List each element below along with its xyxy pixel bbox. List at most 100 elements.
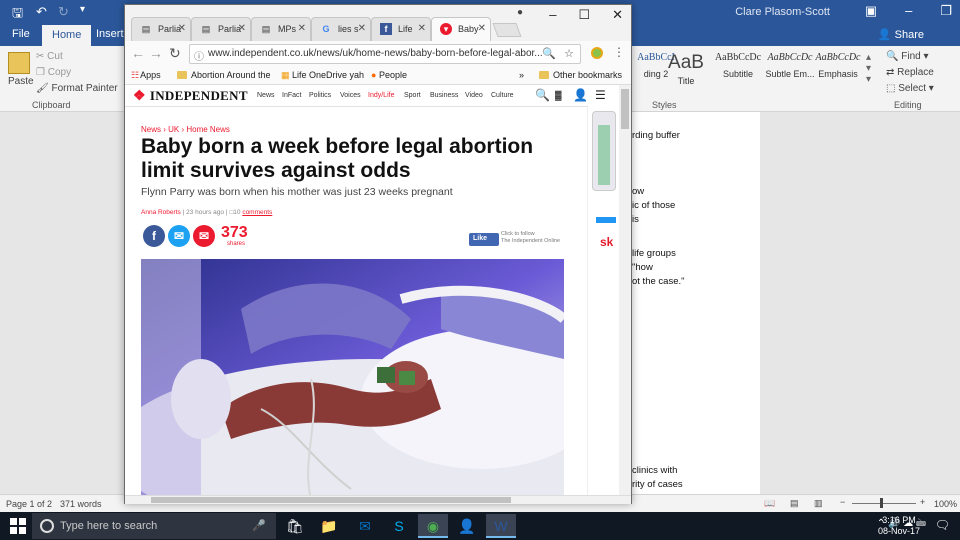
reload-icon[interactable]: ↻ — [169, 45, 181, 62]
bookmarks-overflow[interactable]: » — [519, 70, 524, 80]
style-title[interactable]: AaB Title — [658, 52, 714, 88]
extension-icon[interactable] — [591, 47, 603, 59]
twitter-share-icon[interactable]: ✉ — [168, 225, 190, 247]
search-icon[interactable]: 🔍 — [535, 88, 550, 102]
nav-link[interactable]: News — [257, 92, 275, 99]
minimize-icon[interactable]: – — [549, 7, 556, 23]
nav-link[interactable]: Culture — [491, 92, 514, 99]
tab-file[interactable]: File — [12, 28, 30, 40]
account-icon[interactable]: 👤 — [573, 88, 588, 102]
horizontal-scroll-thumb[interactable] — [151, 497, 511, 503]
undo-icon[interactable]: ↶ — [36, 4, 47, 20]
nav-link[interactable]: Video — [465, 92, 483, 99]
redo-icon[interactable]: ↻ — [58, 4, 69, 20]
share-button[interactable]: 👤 Share — [878, 28, 924, 41]
contacts-icon[interactable]: 👤 — [452, 514, 482, 538]
tab-insert[interactable]: Insert — [96, 28, 124, 40]
nav-link[interactable]: Voices — [340, 92, 361, 99]
bookmark-people[interactable]: ● People — [371, 70, 407, 80]
close-tab-icon[interactable]: ✕ — [358, 23, 366, 34]
skype-icon[interactable]: S — [384, 514, 414, 538]
zoom-slider-thumb[interactable] — [880, 498, 883, 508]
format-painter-button[interactable]: 🖌 Format Painter — [36, 83, 118, 94]
bookmark-apps[interactable]: ☷ Apps — [131, 70, 161, 81]
cut-button[interactable]: ✂ Cut — [36, 51, 63, 62]
close-icon[interactable]: ✕ — [612, 7, 623, 23]
nav-link[interactable]: Politics — [309, 92, 331, 99]
comments-link[interactable]: comments — [242, 209, 272, 216]
style-emphasis[interactable]: AaBbCcDc Emphasis — [810, 52, 866, 88]
clock[interactable]: 3:16 PM 08-Nov-17 — [878, 515, 920, 537]
web-page[interactable]: ❖ INDEPENDENT News InFact Politics Voices… — [125, 85, 631, 495]
customize-icon[interactable]: ▾ — [80, 4, 85, 15]
read-mode-icon[interactable]: 📖 — [764, 498, 775, 509]
close-tab-icon[interactable]: ✕ — [298, 23, 306, 34]
info-icon[interactable]: ⓘ — [194, 48, 204, 63]
facebook-share-icon[interactable]: f — [143, 225, 165, 247]
taskbar-search[interactable]: Type here to search 🎤 — [32, 513, 276, 539]
browser-tab-active[interactable]: ▾ Baby ✕ — [431, 17, 491, 41]
email-share-icon[interactable]: ✉ — [193, 225, 215, 247]
outlook-icon[interactable]: ✉ — [350, 514, 380, 538]
file-explorer-icon[interactable]: 📁 — [314, 514, 344, 538]
close-tab-icon[interactable]: ✕ — [178, 23, 186, 34]
comments-count[interactable]: 10 — [233, 209, 240, 216]
facebook-like-button[interactable]: Like — [469, 233, 499, 246]
url-text[interactable]: www.independent.co.uk/news/uk/home-news/… — [208, 48, 543, 59]
print-layout-icon[interactable]: ▤ — [790, 498, 799, 509]
menu-icon[interactable]: ⋮ — [613, 45, 625, 59]
vertical-scroll-thumb[interactable] — [621, 89, 629, 129]
page-count[interactable]: Page 1 of 2 — [6, 499, 52, 509]
windows-start-icon[interactable] — [10, 518, 26, 534]
breadcrumb[interactable]: News › UK › Home News — [141, 125, 230, 134]
close-tab-icon[interactable]: ✕ — [478, 23, 486, 34]
address-bar[interactable]: ⓘ www.independent.co.uk/news/uk/home-new… — [189, 44, 581, 64]
maximize-icon[interactable]: ☐ — [578, 7, 590, 23]
zoom-level[interactable]: 100% — [934, 499, 957, 509]
nav-link[interactable]: InFact — [282, 92, 301, 99]
nav-link[interactable]: Business — [430, 92, 458, 99]
forward-icon[interactable]: → — [149, 45, 163, 61]
article-photo[interactable] — [141, 259, 564, 495]
flag-icon[interactable]: ▓ — [555, 90, 562, 100]
new-tab-button[interactable] — [492, 23, 522, 37]
browser-tab[interactable]: Glies s ✕ — [311, 17, 371, 41]
other-bookmarks[interactable]: Other bookmarks — [539, 70, 622, 80]
zoom-out-icon[interactable]: − — [840, 497, 845, 507]
browser-tab[interactable]: ▤ Parlia ✕ — [191, 17, 251, 41]
web-layout-icon[interactable]: ▥ — [814, 498, 823, 509]
select-button[interactable]: ⬚ Select ▾ — [886, 83, 934, 94]
back-icon[interactable]: ← — [131, 45, 145, 61]
browser-tab[interactable]: f Life ✕ — [371, 17, 431, 41]
ad-button[interactable] — [596, 217, 616, 223]
style-subtitle[interactable]: AaBbCcDc Subtitle — [710, 52, 766, 88]
profile-icon[interactable]: ● — [517, 7, 523, 18]
chrome-icon[interactable]: ◉ — [418, 514, 448, 538]
styles-scroll-icon[interactable]: ▴ ▾ ▾ — [866, 52, 871, 85]
zoom-slider[interactable] — [852, 503, 916, 504]
user-name[interactable]: Clare Plasom-Scott — [735, 6, 830, 18]
bookmark-star-icon[interactable]: ☆ — [564, 47, 574, 60]
close-tab-icon[interactable]: ✕ — [418, 23, 426, 34]
ribbon-options-icon[interactable]: ▣ — [865, 3, 877, 19]
tab-home[interactable]: Home — [42, 25, 92, 46]
vertical-scrollbar[interactable] — [619, 85, 631, 495]
paste-button[interactable]: Paste — [8, 76, 34, 87]
copy-button[interactable]: ❐ Copy — [36, 67, 71, 78]
save-icon[interactable]: 🖫 — [12, 4, 23, 26]
hamburger-menu-icon[interactable]: ☰ — [595, 88, 606, 102]
close-tab-icon[interactable]: ✕ — [238, 23, 246, 34]
microphone-icon[interactable]: 🎤 — [252, 519, 266, 532]
find-button[interactable]: 🔍 Find ▾ — [886, 51, 929, 62]
bookmark-onedrive[interactable]: ▦ Life OneDrive yah — [281, 70, 364, 81]
paste-icon[interactable] — [8, 52, 30, 74]
nav-link[interactable]: Indy/Life — [368, 92, 394, 99]
store-icon[interactable]: 🛍 — [280, 514, 310, 538]
bookmark-folder[interactable]: Abortion Around the — [177, 70, 271, 80]
word-icon[interactable]: W — [486, 514, 516, 538]
horizontal-scrollbar[interactable] — [125, 495, 631, 504]
nav-link[interactable]: Sport — [404, 92, 421, 99]
zoom-in-icon[interactable]: + — [920, 497, 925, 507]
browser-tab[interactable]: ▤ MPs ✕ — [251, 17, 311, 41]
word-count[interactable]: 371 words — [60, 499, 102, 509]
